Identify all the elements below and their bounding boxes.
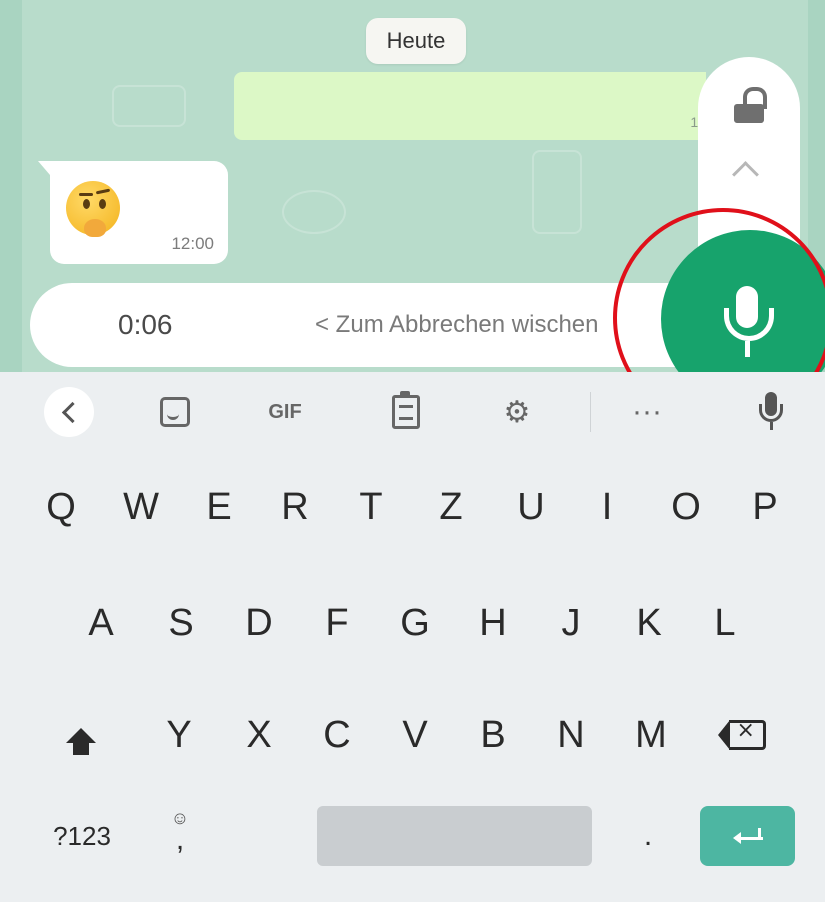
incoming-message-time: 12:00	[171, 234, 214, 253]
key-i[interactable]: I	[576, 470, 638, 544]
sticker-button[interactable]	[150, 387, 200, 437]
keyboard-back-button[interactable]	[44, 387, 94, 437]
emoji-brow	[95, 188, 111, 195]
clipboard-icon	[392, 391, 420, 429]
shift-key[interactable]	[50, 698, 112, 772]
key-e[interactable]: E	[188, 470, 250, 544]
key-v[interactable]: V	[384, 698, 446, 772]
key-w[interactable]: W	[110, 470, 172, 544]
wallpaper-doodle	[112, 85, 186, 127]
mic-arc	[759, 404, 783, 422]
emoji-hand	[84, 219, 106, 237]
comma-label: ,	[175, 823, 185, 856]
key-x[interactable]: X	[228, 698, 290, 772]
key-s[interactable]: S	[150, 586, 212, 660]
wallpaper-doodle	[532, 150, 582, 234]
key-o[interactable]: O	[655, 470, 717, 544]
enter-icon	[732, 828, 763, 844]
key-y[interactable]: Y	[148, 698, 210, 772]
key-c[interactable]: C	[306, 698, 368, 772]
key-j[interactable]: J	[540, 586, 602, 660]
key-r[interactable]: R	[264, 470, 326, 544]
chevron-up-icon	[732, 161, 759, 188]
incoming-message-bubble[interactable]: 12:00	[38, 161, 228, 264]
key-k[interactable]: K	[618, 586, 680, 660]
keyboard-toolbar: GIF ⚙ ···	[0, 372, 825, 452]
wallpaper-doodle	[282, 190, 346, 234]
swipe-to-cancel-hint[interactable]: < Zum Abbrechen wischen	[315, 283, 599, 367]
period-key[interactable]: .	[628, 806, 668, 866]
recording-timer: 0:06	[118, 309, 173, 340]
shift-arrow-icon	[66, 727, 96, 755]
chevron-left-icon	[61, 401, 83, 423]
key-u[interactable]: U	[500, 470, 562, 544]
enter-key[interactable]	[700, 806, 795, 866]
emoji-eye	[83, 199, 90, 209]
emoji-brow	[79, 193, 93, 196]
key-l[interactable]: L	[694, 586, 756, 660]
sticker-icon	[160, 397, 190, 427]
mic-icon	[758, 392, 784, 432]
emoji-eye	[99, 199, 106, 209]
unlock-icon	[734, 87, 767, 123]
key-a[interactable]: A	[70, 586, 132, 660]
key-g[interactable]: G	[384, 586, 446, 660]
key-n[interactable]: N	[540, 698, 602, 772]
key-h[interactable]: H	[462, 586, 524, 660]
backspace-icon	[717, 718, 766, 750]
enter-arrow-head	[732, 832, 741, 844]
key-f[interactable]: F	[306, 586, 368, 660]
toolbar-divider	[590, 392, 591, 432]
date-separator: Heute	[366, 18, 466, 64]
backspace-key[interactable]	[716, 698, 778, 772]
space-key[interactable]	[317, 806, 592, 866]
comma-key[interactable]: ☺ ,	[160, 796, 200, 866]
clipboard-button[interactable]	[381, 387, 431, 437]
key-p[interactable]: P	[734, 470, 796, 544]
key-m[interactable]: M	[620, 698, 682, 772]
mic-stem	[770, 422, 773, 430]
symbols-key[interactable]: ?123	[42, 806, 122, 866]
settings-button[interactable]: ⚙	[492, 387, 542, 437]
key-z[interactable]: Z	[420, 470, 482, 544]
key-d[interactable]: D	[228, 586, 290, 660]
gear-icon: ⚙	[503, 395, 531, 429]
keyboard: GIF ⚙ ··· Q W E R T Z U I O P A S D F G …	[0, 372, 825, 902]
outgoing-message-bubble[interactable]: 1:	[234, 72, 706, 140]
key-t[interactable]: T	[340, 470, 402, 544]
lock-body	[734, 104, 764, 123]
more-options-button[interactable]: ···	[617, 387, 677, 437]
gif-button[interactable]: GIF	[255, 387, 315, 437]
key-q[interactable]: Q	[30, 470, 92, 544]
voice-typing-button[interactable]	[746, 387, 796, 437]
thinking-face-emoji	[66, 181, 120, 237]
key-b[interactable]: B	[462, 698, 524, 772]
